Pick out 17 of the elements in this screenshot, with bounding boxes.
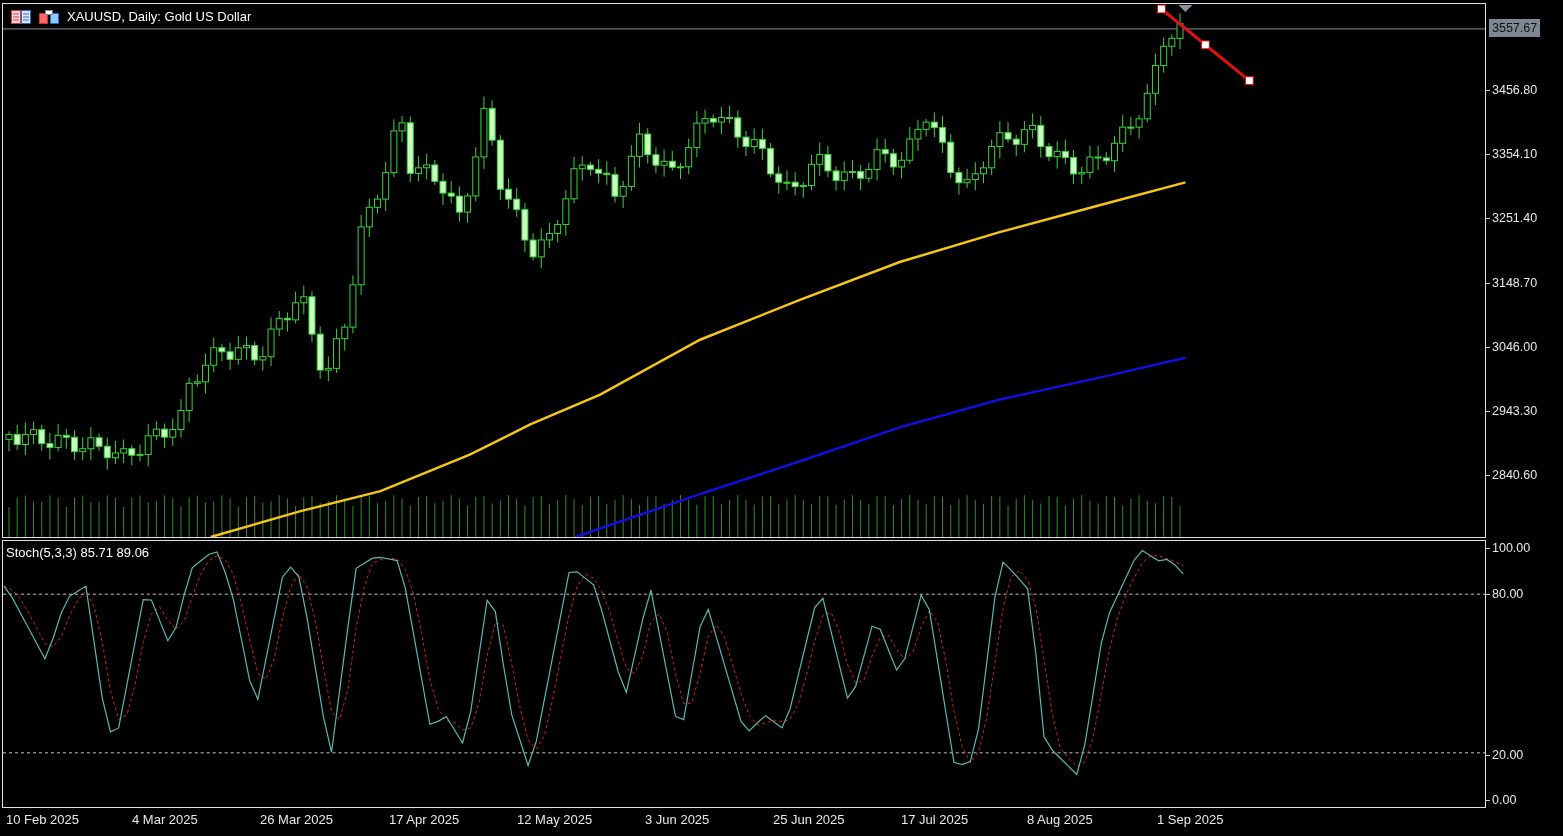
date-axis-label: 26 Mar 2025 <box>260 812 333 827</box>
date-axis-label: 17 Jul 2025 <box>901 812 969 827</box>
chart-icon[interactable] <box>39 9 59 24</box>
date-axis-label: 10 Feb 2025 <box>6 812 79 827</box>
date-axis-label: 4 Mar 2025 <box>132 812 198 827</box>
indicator-legend: Stoch(5,3,3) 85.71 89.06 <box>6 545 150 560</box>
table-icon[interactable] <box>11 9 31 24</box>
date-axis-label: 3 Jun 2025 <box>645 812 710 827</box>
date-axis-label: 12 May 2025 <box>517 812 593 827</box>
date-axis-label: 1 Sep 2025 <box>1157 812 1224 827</box>
trend-line-drawing[interactable] <box>1156 4 1254 86</box>
triangle-marker-icon <box>1178 5 1193 12</box>
chart-title: XAUUSD, Daily: Gold US Dollar <box>67 9 252 24</box>
current-price-tag: 3557.67 <box>1489 19 1541 37</box>
date-axis-label: 17 Apr 2025 <box>389 812 460 827</box>
date-axis-label: 8 Aug 2025 <box>1027 812 1093 827</box>
date-axis-label: 25 Jun 2025 <box>773 812 845 827</box>
